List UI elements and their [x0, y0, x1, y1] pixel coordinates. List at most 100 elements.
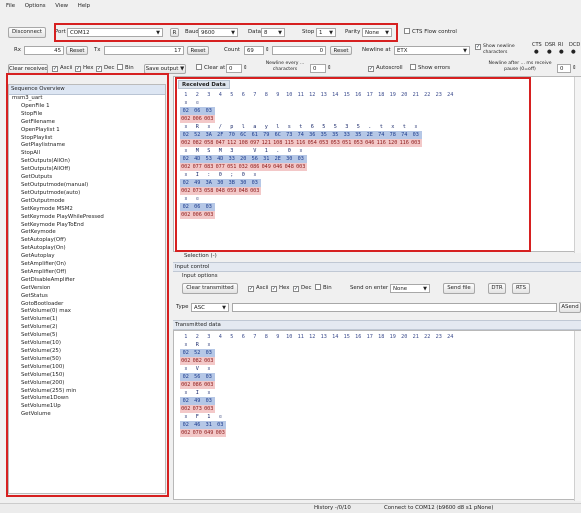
parity-select[interactable]: None ▼: [362, 28, 392, 37]
stop-bits-select[interactable]: 1 ▼: [316, 28, 336, 37]
input-control-section: Input control: [173, 262, 581, 272]
menu-file[interactable]: File: [6, 3, 15, 9]
rts-button[interactable]: RTS: [512, 283, 530, 294]
sequence-item[interactable]: GetVolume: [9, 411, 165, 419]
sequence-item[interactable]: SetAutoplay(Off): [9, 237, 165, 245]
sequence-item[interactable]: SetOutputs(AllOff): [9, 166, 165, 174]
sequence-item[interactable]: SetVolume(50): [9, 356, 165, 364]
sequence-item[interactable]: SetVolume(100): [9, 364, 165, 372]
data-bits-select[interactable]: 8 ▼: [261, 28, 285, 37]
dec-checkbox[interactable]: ✓ Dec: [96, 64, 114, 73]
sequence-item[interactable]: SetVolume1Up: [9, 403, 165, 411]
sequence-item[interactable]: SetAmplifier(On): [9, 261, 165, 269]
clear-at-field[interactable]: 0: [226, 64, 242, 73]
menu-options[interactable]: Options: [25, 3, 46, 9]
count-field[interactable]: 69: [244, 46, 264, 55]
sequence-item[interactable]: SetAutoplay(On): [9, 245, 165, 253]
checkbox-box: ✓: [293, 286, 299, 292]
sequence-item[interactable]: GetPlaylistname: [9, 142, 165, 150]
sequence-item[interactable]: GetOutputs: [9, 174, 165, 182]
sequence-item[interactable]: GetFilename: [9, 119, 165, 127]
show-errors-checkbox[interactable]: Show errors: [410, 64, 450, 73]
ascii-checkbox[interactable]: ✓ Ascii: [52, 64, 72, 73]
sequence-item[interactable]: SetVolume1Down: [9, 395, 165, 403]
sequence-item[interactable]: SetAmplifier(Off): [9, 269, 165, 277]
save-output-button[interactable]: Save output ▼: [144, 64, 186, 74]
hex-row-cell: 70: [226, 131, 238, 139]
reset-rx-button[interactable]: Reset: [66, 46, 88, 55]
refresh-ports-button[interactable]: R: [170, 28, 179, 37]
received-data-tab[interactable]: Received Data: [178, 80, 230, 89]
dtr-button[interactable]: DTR: [488, 283, 506, 294]
sequence-item[interactable]: SetKeymode MSM2: [9, 206, 165, 214]
port-select[interactable]: COM12 ▼: [67, 28, 163, 37]
sequence-item[interactable]: SetOutputs(AllOn): [9, 158, 165, 166]
hex-checkbox[interactable]: ✓ Hex: [75, 64, 93, 73]
rx-label: Rx: [14, 47, 21, 53]
column-number-row-cell: 12: [309, 92, 316, 98]
sequence-item[interactable]: SetVolume(0) max: [9, 308, 165, 316]
sequence-item[interactable]: SetVolume(10): [9, 340, 165, 348]
menu-help[interactable]: Help: [78, 3, 90, 9]
sequence-item[interactable]: GotoBootloader: [9, 301, 165, 309]
column-number-row-cell: 19: [389, 334, 396, 340]
newline-after-field[interactable]: 0: [557, 64, 571, 73]
sequence-item[interactable]: GetStatus: [9, 293, 165, 301]
send-text-input[interactable]: [232, 303, 557, 312]
transmitted-scrollbar[interactable]: [574, 331, 581, 501]
input-hex-checkbox[interactable]: ✓ Hex: [271, 284, 289, 293]
disconnect-button[interactable]: Disconnect: [8, 27, 46, 38]
sequence-item[interactable]: OpenFile 1: [9, 103, 165, 111]
asend-button[interactable]: ASend: [559, 302, 581, 313]
newline-every-field[interactable]: 0: [310, 64, 326, 73]
sequence-item[interactable]: SetOutputmode(auto): [9, 190, 165, 198]
clear-at-stepper-icon[interactable]: ⇕: [243, 64, 248, 73]
sequence-item[interactable]: GetAutoplay: [9, 253, 165, 261]
sequence-item[interactable]: SetVolume(25): [9, 348, 165, 356]
sequence-item[interactable]: OpenPlaylist 1: [9, 127, 165, 135]
show-newline-checkbox[interactable]: ✓ Show newline characters: [475, 44, 530, 55]
baud-select[interactable]: 9600 ▼: [198, 28, 238, 37]
newline-at-select[interactable]: ETX ▼: [394, 46, 470, 55]
bin-checkbox[interactable]: Bin: [117, 64, 134, 73]
newline-after-stepper-icon[interactable]: ⇕: [572, 64, 577, 73]
send-file-button[interactable]: Send file: [443, 283, 475, 294]
autoscroll-checkbox[interactable]: ✓ Autoscroll: [368, 64, 403, 73]
sequence-item[interactable]: StopAll: [9, 150, 165, 158]
input-ascii-checkbox[interactable]: ✓ Ascii: [248, 284, 268, 293]
input-bin-checkbox[interactable]: Bin: [315, 284, 332, 293]
column-number-row-cell: 5: [230, 334, 234, 340]
count-stepper-icon[interactable]: ⇕: [265, 46, 270, 55]
sequence-item[interactable]: GetKeymode: [9, 229, 165, 237]
sequence-item[interactable]: GetDisableAmplifier: [9, 277, 165, 285]
hex-row-cell: 6C: [272, 131, 284, 139]
clear-transmitted-button[interactable]: Clear transmitted: [182, 283, 238, 294]
sequence-item[interactable]: SetKeymode PlayWhilePressed: [9, 214, 165, 222]
newline-every-stepper-icon[interactable]: ⇕: [327, 64, 332, 73]
ascii-row: ¤ R ¤ / p l a y l s t 6 5 5 3 5. t x t ¤: [180, 123, 456, 131]
send-on-enter-select[interactable]: None ▼: [390, 284, 430, 293]
sequence-item[interactable]: SetVolume(1): [9, 316, 165, 324]
ascii-row-cell: ¤: [184, 148, 188, 154]
sequence-item[interactable]: SetVolume(2): [9, 324, 165, 332]
clear-received-button[interactable]: Clear received: [8, 64, 48, 74]
sequence-item[interactable]: StopFile: [9, 111, 165, 119]
ascii-row-cell: s: [287, 124, 291, 130]
sequence-item[interactable]: SetKeymode PlayToEnd: [9, 222, 165, 230]
sequence-item[interactable]: StopPlaylist: [9, 135, 165, 143]
sequence-item[interactable]: SetOutputmode(manual): [9, 182, 165, 190]
clear-at-checkbox[interactable]: Clear at: [196, 64, 225, 73]
sequence-item[interactable]: SetVolume(255) min: [9, 388, 165, 396]
received-scrollbar[interactable]: [574, 77, 581, 253]
reset-tx-button[interactable]: Reset: [187, 46, 209, 55]
input-dec-checkbox[interactable]: ✓ Dec: [293, 284, 311, 293]
type-select[interactable]: ASC ▼: [191, 303, 229, 312]
menu-view[interactable]: View: [55, 3, 68, 9]
sequence-item[interactable]: SetVolume(200): [9, 380, 165, 388]
sequence-item[interactable]: SetVolume(150): [9, 372, 165, 380]
cts-flow-checkbox[interactable]: CTS Flow control: [404, 28, 457, 37]
sequence-item[interactable]: SetVolume(5): [9, 332, 165, 340]
sequence-item[interactable]: GetVersion: [9, 285, 165, 293]
sequence-item[interactable]: GetOutputmode: [9, 198, 165, 206]
reset-count-button[interactable]: Reset: [330, 46, 352, 55]
